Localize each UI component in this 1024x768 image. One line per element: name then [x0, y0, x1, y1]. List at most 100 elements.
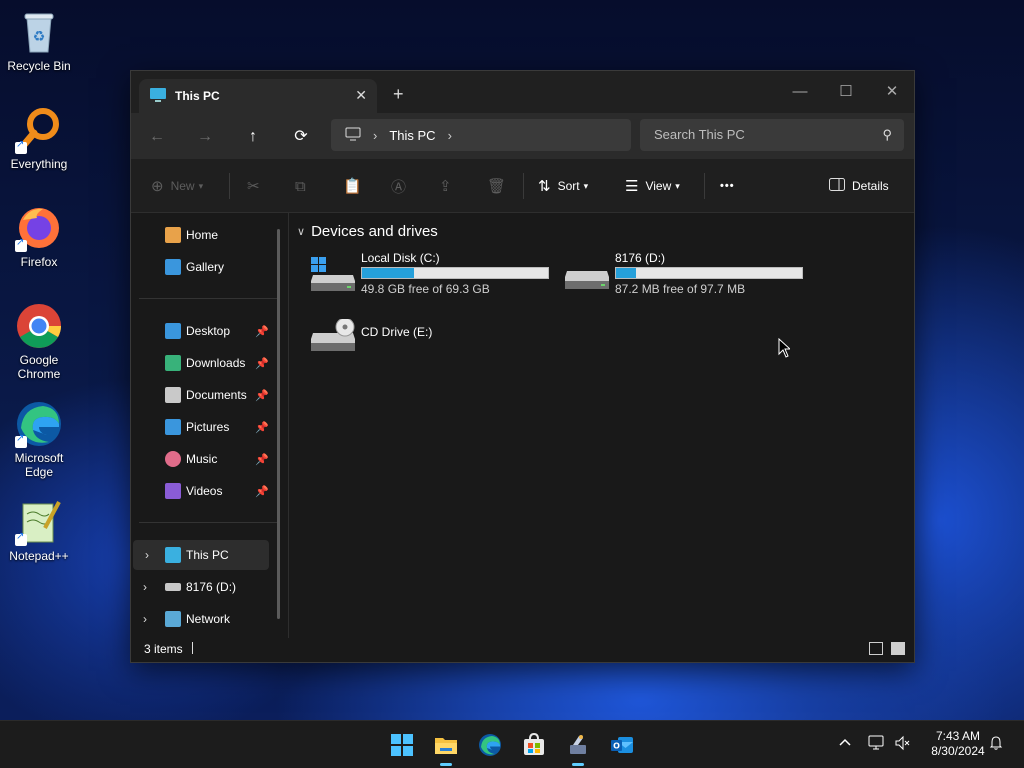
cut-icon[interactable]: ✂: [247, 175, 260, 197]
tab-title: This PC: [175, 89, 220, 103]
divider: [704, 173, 705, 199]
search-input[interactable]: Search This PC ⚲: [640, 119, 904, 151]
share-icon[interactable]: ⇪: [439, 175, 452, 197]
notification-bell-icon[interactable]: [988, 735, 1004, 754]
drive-usage-bar: [361, 267, 549, 279]
pin-icon[interactable]: 📌: [255, 389, 269, 402]
sidebar-item-pictures[interactable]: Pictures 📌: [131, 412, 271, 442]
new-button[interactable]: ⊕ New ▾: [151, 175, 203, 197]
sidebar-item-label: Network: [186, 612, 231, 626]
maximize-button[interactable]: ☐: [823, 77, 869, 107]
chevron-down-icon: ▾: [198, 180, 204, 191]
status-bar: 3 items: [131, 636, 914, 662]
file-explorer-window: This PC ✕ + — ☐ ✕ ← → ↑ ⟳ › This PC › Se…: [130, 70, 915, 663]
sidebar-item-documents[interactable]: Documents 📌: [131, 380, 271, 410]
sidebar-scrollbar[interactable]: [277, 229, 280, 619]
clock-date: 8/30/2024: [931, 744, 985, 758]
close-tab-button[interactable]: ✕: [355, 87, 367, 104]
clock[interactable]: 7:43 AM 8/30/2024: [918, 729, 998, 759]
svg-text:O: O: [613, 742, 620, 751]
back-button[interactable]: ←: [145, 125, 169, 149]
desktop-icon-firefox[interactable]: Firefox: [0, 204, 78, 269]
sidebar-item-desktop[interactable]: Desktop 📌: [131, 316, 271, 346]
shortcut-arrow-icon: [15, 531, 27, 546]
this-pc-icon: [165, 547, 181, 563]
show-hidden-icons-button[interactable]: [838, 735, 852, 752]
forward-button[interactable]: →: [193, 125, 217, 149]
status-divider: [192, 642, 193, 654]
chevron-right-icon[interactable]: ›: [448, 128, 452, 143]
documents-icon: [165, 387, 181, 403]
tab-this-pc[interactable]: This PC ✕: [139, 79, 377, 113]
taskbar: O 7:43 AM 8/30/2024: [0, 720, 1024, 768]
view-label: View: [645, 179, 672, 193]
store-icon[interactable]: [522, 732, 546, 757]
desktop-folder-icon: [165, 323, 181, 339]
search-icon: ⚲: [882, 127, 892, 142]
desktop-icon-chrome[interactable]: Google Chrome: [0, 302, 78, 381]
up-button[interactable]: ↑: [241, 125, 265, 149]
chevron-down-icon: ∨: [297, 226, 306, 238]
sort-button[interactable]: ⇅ Sort ▾: [538, 175, 588, 197]
sidebar-item-gallery[interactable]: Gallery: [131, 252, 271, 282]
item-count: 3 items: [144, 642, 183, 656]
sidebar-item-this-pc[interactable]: › This PC: [133, 540, 269, 570]
sidebar-item-music[interactable]: Music 📌: [131, 444, 271, 474]
file-explorer-icon[interactable]: [434, 733, 458, 766]
expand-chevron-icon[interactable]: ›: [143, 580, 147, 594]
refresh-button[interactable]: ⟳: [289, 125, 313, 149]
expand-chevron-icon[interactable]: ›: [145, 548, 149, 562]
pin-icon[interactable]: 📌: [255, 485, 269, 498]
breadcrumb-this-pc[interactable]: This PC: [389, 128, 435, 143]
pin-icon[interactable]: 📌: [255, 421, 269, 434]
this-pc-icon: [149, 87, 167, 106]
tiles-view-icon[interactable]: [891, 642, 905, 655]
devices-and-drives-header[interactable]: ∨ Devices and drives: [297, 223, 438, 240]
start-icon[interactable]: [390, 733, 414, 757]
desktop-icon-edge[interactable]: Microsoft Edge: [0, 400, 78, 479]
close-window-button[interactable]: ✕: [869, 77, 915, 107]
expand-chevron-icon[interactable]: ›: [143, 612, 147, 626]
desktop-icon-recycle-bin[interactable]: ♻ Recycle Bin: [0, 8, 78, 73]
sort-icon: ⇅: [538, 178, 551, 195]
desktop-icon-label: Microsoft Edge: [14, 451, 64, 479]
desktop-icon-everything[interactable]: Everything: [0, 106, 78, 171]
sidebar-item-network[interactable]: › Network: [131, 604, 271, 634]
desktop-icon-notepadpp[interactable]: Notepad++: [0, 498, 78, 563]
copy-icon[interactable]: ⧉: [295, 175, 306, 197]
edge-icon[interactable]: [478, 733, 502, 757]
delete-icon[interactable]: 🗑: [487, 175, 506, 197]
sidebar-item-drive-d[interactable]: › 8176 (D:): [131, 572, 271, 602]
shortcut-arrow-icon: [15, 139, 27, 154]
pane-splitter[interactable]: [288, 213, 289, 638]
pin-icon[interactable]: 📌: [255, 357, 269, 370]
drive-name: CD Drive (E:): [361, 325, 433, 339]
sidebar-item-home[interactable]: Home: [131, 220, 271, 250]
drive-usage-fill: [362, 268, 415, 278]
drive-tile-d[interactable]: 8176 (D:) 87.2 MB free of 97.7 MB: [565, 251, 815, 299]
paste-icon[interactable]: 📋: [343, 175, 362, 197]
sidebar-item-videos[interactable]: Videos 📌: [131, 476, 271, 506]
new-tab-button[interactable]: +: [393, 84, 404, 105]
outlook-icon[interactable]: O: [610, 733, 634, 757]
address-bar[interactable]: › This PC ›: [331, 119, 631, 151]
volume-muted-icon[interactable]: [894, 735, 910, 754]
minimize-button[interactable]: —: [777, 77, 823, 107]
tool-icon[interactable]: [566, 733, 590, 766]
view-button[interactable]: ☰ View ▾: [625, 175, 680, 197]
more-options-button[interactable]: •••: [720, 175, 735, 197]
pin-icon[interactable]: 📌: [255, 325, 269, 338]
gallery-icon: [165, 259, 181, 275]
network-status-icon[interactable]: [868, 735, 886, 754]
divider: [523, 173, 524, 199]
search-placeholder: Search This PC: [654, 127, 745, 142]
chevron-right-icon[interactable]: ›: [373, 128, 377, 143]
drive-tile-e[interactable]: CD Drive (E:): [311, 313, 561, 361]
drive-tile-c[interactable]: Local Disk (C:) 49.8 GB free of 69.3 GB: [311, 251, 561, 299]
sidebar-item-downloads[interactable]: Downloads 📌: [131, 348, 271, 378]
details-view-icon[interactable]: [869, 642, 883, 655]
chevron-down-icon: ▾: [675, 180, 680, 191]
details-pane-button[interactable]: Details: [829, 175, 889, 197]
rename-icon[interactable]: Ⓐ: [391, 175, 406, 197]
pin-icon[interactable]: 📌: [255, 453, 269, 466]
